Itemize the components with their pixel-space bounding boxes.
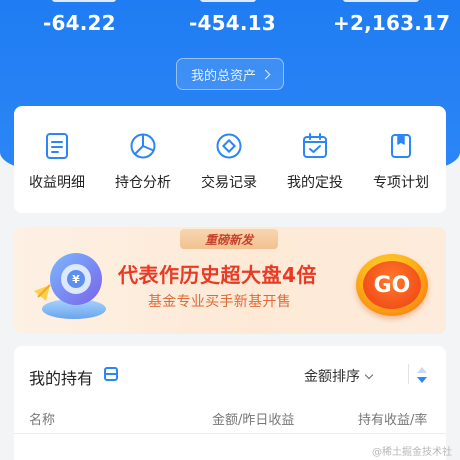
menu-item-trade-records[interactable]: 交易记录 (186, 106, 272, 213)
banner-subtitle: 基金专业买手新基开售 (148, 294, 291, 310)
sort-order-icon[interactable] (416, 366, 428, 384)
total-assets-button[interactable]: 我的总资产 (176, 58, 284, 90)
document-icon (46, 133, 68, 159)
yesterday-profit-value: -64.22 (43, 11, 116, 35)
banner-title: 代表作历史超大盘4倍 (118, 263, 317, 287)
cropped-label (343, 0, 419, 2)
total-assets-label: 我的总资产 (190, 68, 256, 84)
go-button[interactable]: GO (356, 254, 428, 316)
banner-tag: 重磅新发 (180, 229, 278, 249)
column-header-holding-profit: 持有收益/率 (358, 413, 428, 428)
menu-item-label: 交易记录 (201, 175, 257, 191)
menu-item-special-plan[interactable]: 专项计划 (358, 106, 444, 213)
cumulative-profit-value: +2,163.17 (333, 11, 451, 35)
chevron-down-icon (364, 370, 374, 379)
cropped-label (52, 0, 116, 2)
divider (408, 364, 409, 384)
coin-icon (216, 133, 242, 159)
column-header-amount: 金额/昨日收益 (212, 413, 295, 428)
menu-item-label: 收益明细 (29, 175, 85, 191)
promo-banner[interactable]: 重磅新发 ¥ 代表作历史超大盘4倍 基金专业买手新基开售 GO (14, 227, 446, 334)
holdings-title: 我的持有 (29, 369, 94, 388)
fund-disc-illustration-icon: ¥ (34, 253, 106, 319)
bookmark-icon (391, 134, 411, 158)
sort-label: 金额排序 (304, 369, 360, 385)
menu-item-my-investment-plan[interactable]: 我的定投 (272, 106, 358, 213)
menu-item-position-analysis[interactable]: 持仓分析 (100, 106, 186, 213)
holding-profit-value: -454.13 (189, 11, 276, 35)
calendar-check-icon (303, 133, 327, 158)
chevron-right-icon (260, 69, 271, 80)
go-button-label: GO (363, 261, 421, 309)
divider (14, 433, 446, 434)
column-header-name: 名称 (29, 413, 56, 428)
quick-menu: 收益明细 持仓分析 交易记录 我的定投 专项计划 (14, 106, 446, 213)
menu-item-label: 我的定投 (287, 175, 343, 191)
cropped-label (200, 0, 256, 2)
menu-item-label: 持仓分析 (115, 175, 171, 191)
menu-item-label: 专项计划 (373, 175, 429, 191)
menu-item-income-details[interactable]: 收益明细 (14, 106, 100, 213)
pie-chart-icon (130, 133, 156, 159)
sort-by-amount-dropdown[interactable]: 金额排序 (304, 366, 374, 386)
summary-stats: -64.22 -454.13 +2,163.17 (0, 0, 460, 50)
list-toggle-icon[interactable] (104, 367, 118, 381)
watermark: @稀土掘金技术社区 (372, 447, 452, 458)
svg-text:¥: ¥ (72, 273, 80, 286)
